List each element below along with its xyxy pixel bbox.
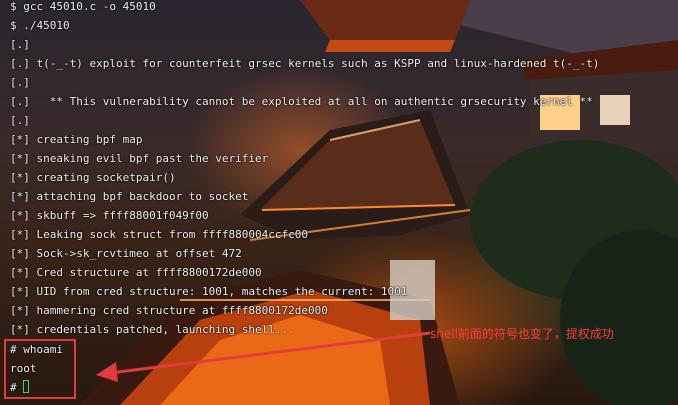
annotation-text: shell前面的符号也变了，提权成功 [430,327,614,341]
annotation-arrow [96,331,431,382]
